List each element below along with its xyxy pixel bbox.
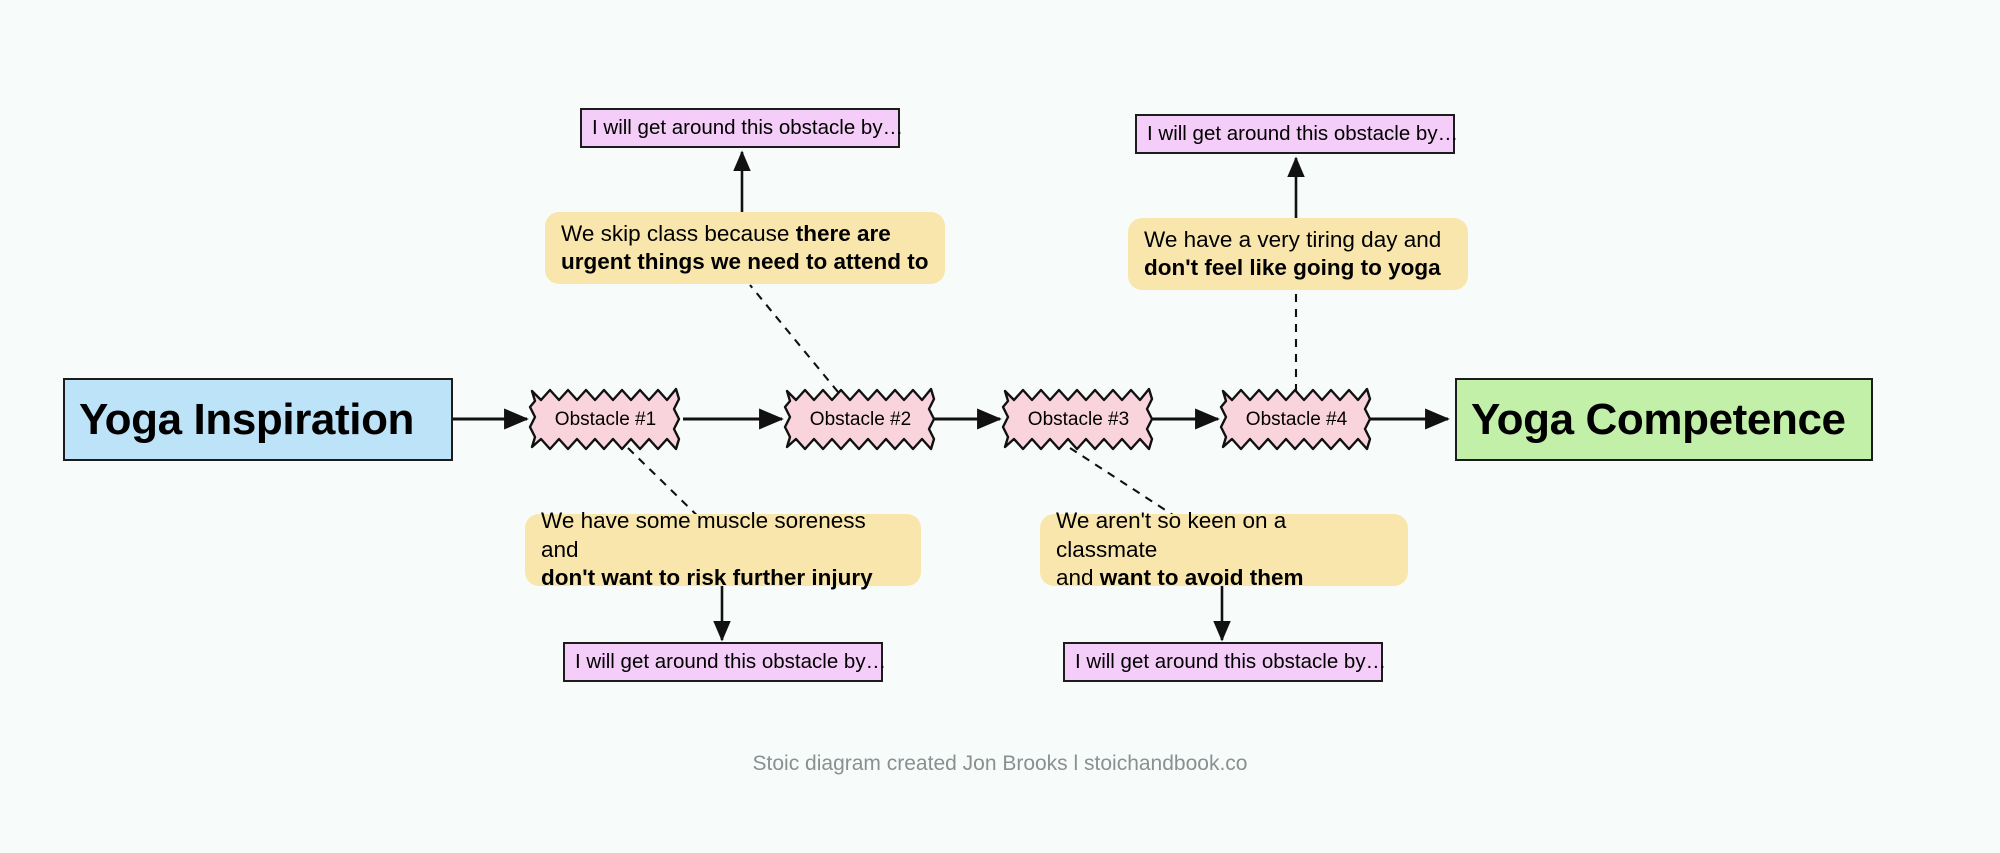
obstacle-node-1[interactable]: Obstacle #1	[528, 385, 683, 453]
plan-box-top-left[interactable]: I will get around this obstacle by…	[580, 108, 904, 148]
end-node-label: Yoga Competence	[1471, 394, 1846, 444]
obstacle-node-2[interactable]: Obstacle #2	[783, 385, 938, 453]
callout-obstacle-2[interactable]: We skip class because there are urgent t…	[545, 212, 945, 284]
callout-obstacle-3[interactable]: We aren't so keen on a classmate and wan…	[1040, 508, 1408, 590]
obstacle-node-3-label: Obstacle #3	[1027, 408, 1130, 430]
callout-line-1: We skip class because there are	[561, 220, 891, 246]
callout-line-2: don't feel like going to yoga	[1144, 255, 1441, 280]
plan-box-label: I will get around this obstacle by…	[1075, 649, 1387, 673]
callout-line-2: don't want to risk further injury	[541, 565, 873, 591]
obstacle-node-3[interactable]: Obstacle #3	[1001, 385, 1156, 453]
obstacle-node-1-label: Obstacle #1	[554, 408, 657, 430]
obstacle-node-2-label: Obstacle #2	[809, 408, 912, 430]
callout-line-2: urgent things we need to attend to	[561, 249, 929, 274]
plan-box-label: I will get around this obstacle by…	[575, 649, 887, 673]
callout-obstacle-4[interactable]: We have a very tiring day and don't feel…	[1128, 218, 1468, 290]
callout-obstacle-1[interactable]: We have some muscle soreness and don't w…	[525, 508, 921, 590]
obstacle-node-4-label: Obstacle #4	[1245, 408, 1348, 430]
diagram-canvas: Yoga Inspiration Obstacle #1 Obstacle #2…	[0, 0, 2000, 853]
callout-line-2: and want to avoid them	[1056, 565, 1304, 591]
plan-box-bottom-left[interactable]: I will get around this obstacle by…	[563, 642, 887, 682]
start-node-yoga-inspiration[interactable]: Yoga Inspiration	[63, 378, 453, 461]
obstacle-callout-leaders	[627, 284, 1298, 531]
plan-box-top-right[interactable]: I will get around this obstacle by…	[1135, 114, 1459, 154]
footer-credit: Stoic diagram created Jon Brooks l stoic…	[752, 752, 1248, 775]
plan-box-bottom-right[interactable]: I will get around this obstacle by…	[1063, 642, 1387, 682]
plan-box-label: I will get around this obstacle by…	[1147, 121, 1459, 145]
obstacle-node-4[interactable]: Obstacle #4	[1219, 385, 1374, 453]
callout-line-1: We have a very tiring day and	[1144, 226, 1442, 252]
start-node-label: Yoga Inspiration	[79, 394, 415, 444]
end-node-yoga-competence[interactable]: Yoga Competence	[1455, 378, 1873, 461]
plan-box-label: I will get around this obstacle by…	[592, 115, 904, 139]
callout-line-1: We have some muscle soreness and	[541, 508, 866, 562]
callout-line-1: We aren't so keen on a classmate	[1056, 508, 1287, 562]
